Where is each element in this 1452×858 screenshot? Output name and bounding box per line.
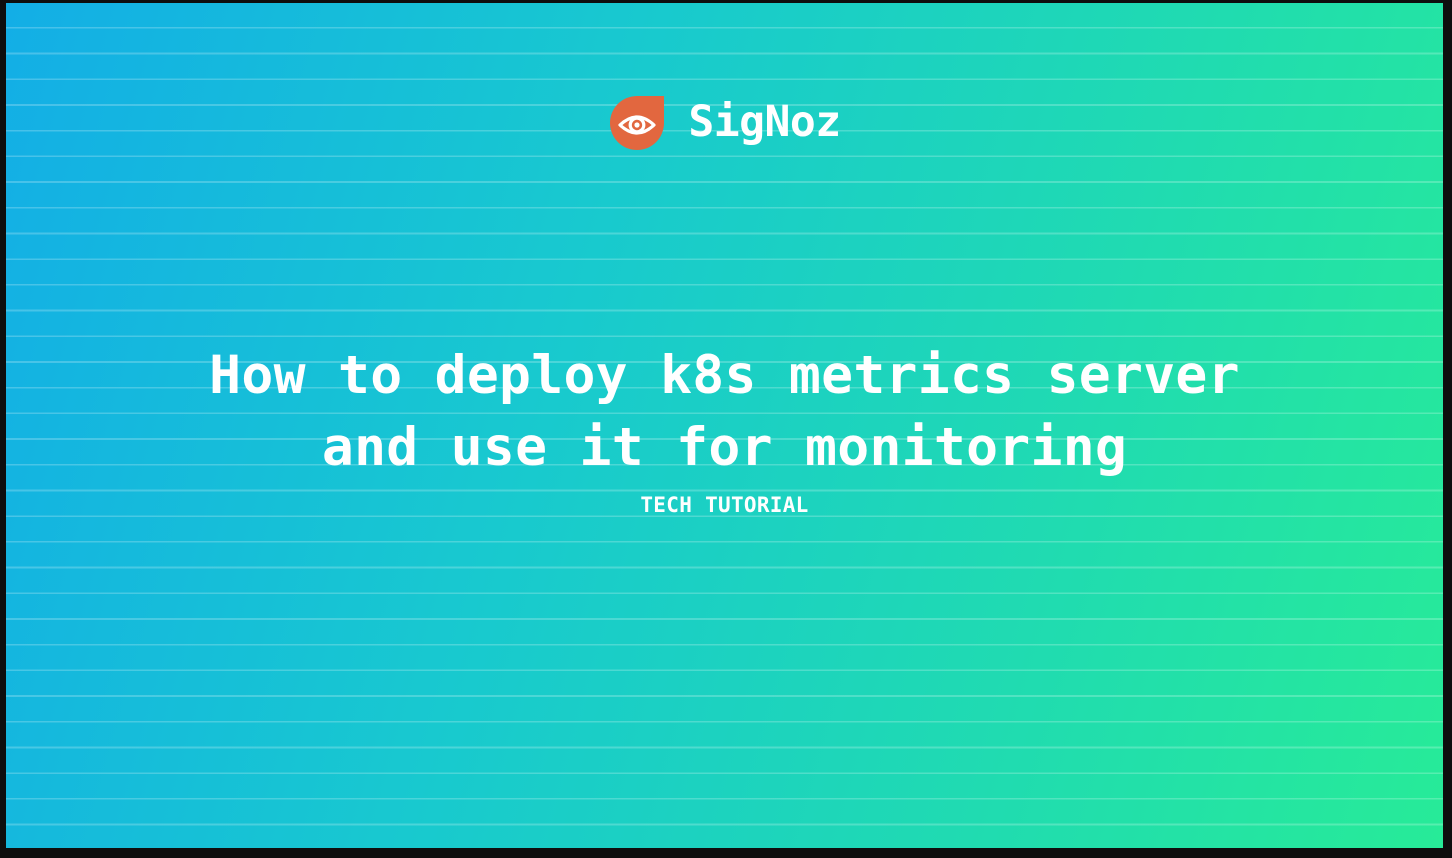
category-label: TECH TUTORIAL: [640, 493, 809, 517]
title-line-2: and use it for monitoring: [321, 417, 1128, 478]
article-title: How to deploy k8s metrics server and use…: [6, 340, 1443, 484]
eye-icon: [610, 96, 665, 150]
title-line-1: How to deploy k8s metrics server: [209, 345, 1240, 406]
screenshot-frame: SigNoz How to deploy k8s metrics server …: [0, 0, 1452, 858]
brand-logo: SigNoz: [6, 94, 1443, 152]
brand-name: SigNoz: [688, 96, 841, 147]
hero-banner: SigNoz How to deploy k8s metrics server …: [6, 3, 1443, 848]
